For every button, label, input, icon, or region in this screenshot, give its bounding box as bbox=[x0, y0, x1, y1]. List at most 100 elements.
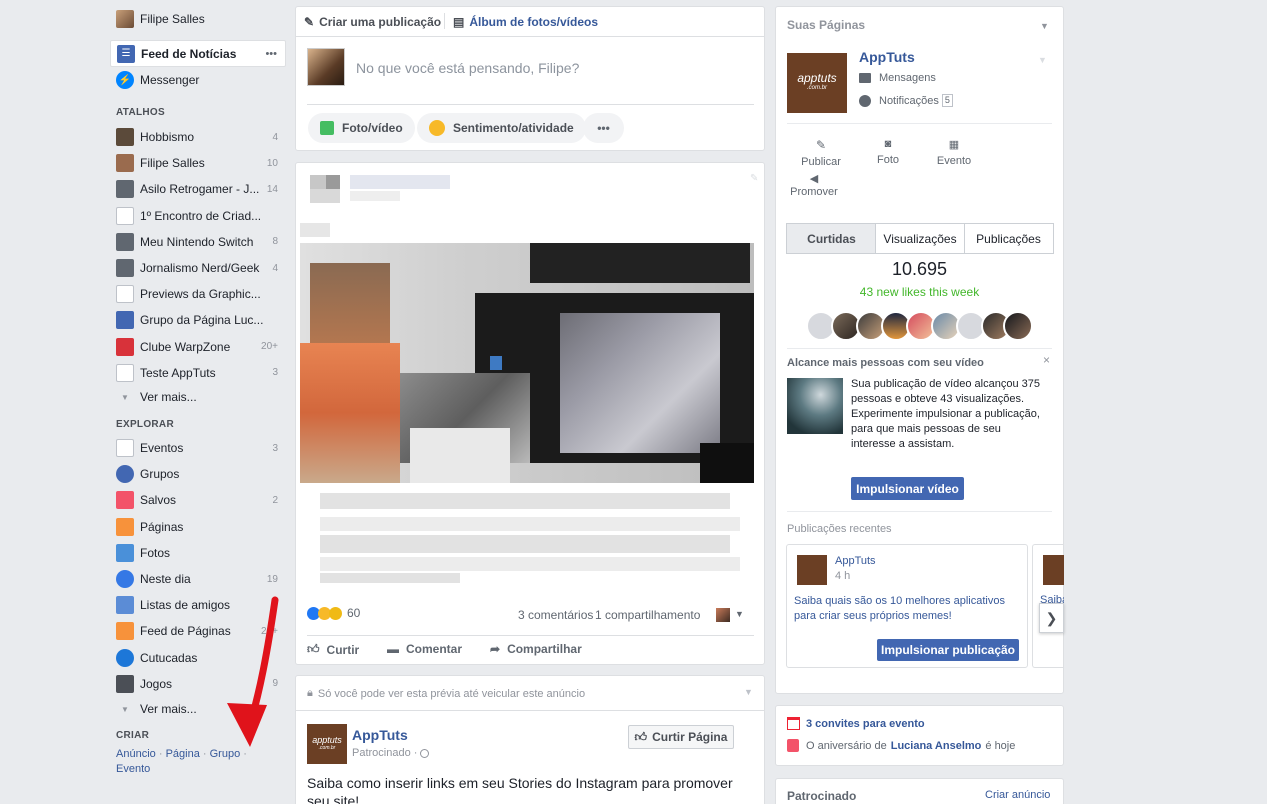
lock-icon: 🔒︎ bbox=[307, 687, 313, 699]
comments-count[interactable]: 3 comentários bbox=[518, 608, 593, 622]
shortcut-label: Teste AppTuts bbox=[140, 365, 216, 380]
megaphone-icon: ◀ bbox=[809, 173, 819, 185]
shortcuts-see-more[interactable]: ▼ Ver mais... bbox=[110, 384, 286, 410]
shortcut-count: 4 bbox=[272, 262, 278, 274]
sidebar-item-profile[interactable]: Filipe Salles bbox=[110, 6, 286, 32]
explore-item[interactable]: Fotos bbox=[110, 540, 286, 566]
birthday-name[interactable]: Luciana Anselmo bbox=[891, 740, 982, 752]
publish-action[interactable]: ✎ Publicar bbox=[801, 138, 841, 168]
share-button[interactable]: ➦ Compartilhar bbox=[490, 642, 582, 656]
explore-item[interactable]: Salvos 2 bbox=[110, 487, 286, 513]
birthday-reminder[interactable]: O aniversário de Luciana Anselmo é hoje bbox=[787, 739, 1015, 752]
recent-post-text[interactable]: Saiba quais são os 10 melhores aplicativ… bbox=[794, 594, 1019, 624]
explore-count: 2 bbox=[272, 494, 278, 506]
page-icon bbox=[116, 363, 134, 382]
photo-action[interactable]: ◙ Foto bbox=[868, 138, 908, 166]
recent-post-page[interactable]: AppTuts bbox=[835, 555, 876, 567]
explore-item[interactable]: Eventos 3 bbox=[110, 435, 286, 461]
shortcut-item[interactable]: Jornalismo Nerd/Geek 4 bbox=[110, 255, 286, 281]
share-label: Compartilhar bbox=[507, 642, 582, 656]
more-options-icon[interactable]: ••• bbox=[265, 48, 277, 60]
promote-action[interactable]: ◀ Promover bbox=[789, 172, 839, 198]
like-button[interactable]: 👍︎ Curtir bbox=[307, 642, 359, 657]
boost-post-button[interactable]: Impulsionar publicação bbox=[877, 639, 1019, 661]
divider bbox=[787, 511, 1052, 512]
see-more-link[interactable]: Ver mais... bbox=[140, 390, 286, 404]
like-page-button[interactable]: 👍︎ Curtir Página bbox=[628, 725, 734, 749]
shortcut-item[interactable]: Filipe Salles 10 bbox=[110, 150, 286, 176]
sidebar-item-messenger[interactable]: ⚡ Messenger bbox=[110, 67, 286, 93]
chevron-down-icon[interactable]: ▼ bbox=[1038, 55, 1047, 65]
chevron-down-icon[interactable]: ▼ bbox=[744, 687, 753, 697]
hobbismo-icon bbox=[116, 128, 134, 146]
video-thumbnail[interactable] bbox=[787, 378, 843, 434]
shortcut-item[interactable]: Asilo Retrogamer - J... 14 bbox=[110, 176, 286, 202]
tab-views[interactable]: Visualizações bbox=[875, 223, 965, 254]
page-logo bbox=[1043, 555, 1064, 585]
calendar-icon: ▦ bbox=[948, 139, 960, 151]
blurred-post-image[interactable] bbox=[300, 243, 754, 483]
explore-item[interactable]: Neste dia 19 bbox=[110, 566, 286, 592]
feeling-activity-button[interactable]: Sentimento/atividade bbox=[417, 113, 586, 143]
composer-more-button[interactable]: ••• bbox=[583, 113, 624, 143]
event-invites-link[interactable]: 3 convites para evento bbox=[787, 717, 925, 730]
shares-count[interactable]: 1 compartilhamento bbox=[595, 608, 700, 622]
boost-video-button[interactable]: Impulsionar vídeo bbox=[851, 477, 964, 500]
create-ad-link[interactable]: Anúncio bbox=[116, 748, 156, 760]
reactions-summary[interactable]: 60 bbox=[307, 606, 360, 620]
tab-photo-album[interactable]: ▤ Álbum de fotos/vídeos bbox=[453, 15, 598, 29]
shortcut-item[interactable]: 1º Encontro de Criad... bbox=[110, 203, 286, 229]
explore-item[interactable]: Páginas bbox=[110, 514, 286, 540]
explore-item[interactable]: Grupos bbox=[110, 461, 286, 487]
share-as-avatar[interactable] bbox=[716, 608, 730, 622]
tab-posts[interactable]: Publicações bbox=[964, 223, 1054, 254]
groups-icon bbox=[116, 465, 134, 484]
divider bbox=[296, 710, 764, 711]
shortcut-label: 1º Encontro de Criad... bbox=[140, 208, 262, 223]
logo-text: apptuts bbox=[312, 735, 342, 745]
next-arrow-button[interactable]: ❯ bbox=[1039, 603, 1064, 633]
create-ad-link[interactable]: Criar anúncio bbox=[985, 789, 1050, 801]
chevron-down-icon[interactable]: ▼ bbox=[1040, 21, 1049, 31]
shortcut-item[interactable]: Teste AppTuts 3 bbox=[110, 360, 286, 386]
create-heading: CRIAR bbox=[116, 730, 150, 741]
recent-post-card[interactable]: AppTuts 4 h Saiba quais são os 10 melhor… bbox=[786, 544, 1028, 668]
page-logo[interactable]: apptuts .com.br bbox=[307, 724, 347, 764]
composer-input[interactable]: No que você está pensando, Filipe? bbox=[356, 60, 579, 76]
close-icon[interactable]: × bbox=[1043, 353, 1050, 367]
shortcut-item[interactable]: Previews da Graphic... bbox=[110, 281, 286, 307]
shortcut-item[interactable]: Meu Nintendo Switch 8 bbox=[110, 229, 286, 255]
reactions-count: 60 bbox=[347, 606, 361, 620]
create-page-link[interactable]: Página bbox=[166, 748, 200, 760]
logo-subtext: .com.br bbox=[318, 745, 336, 751]
shortcut-label: Asilo Retrogamer - J... bbox=[140, 182, 260, 197]
chevron-down-icon[interactable]: ▼ bbox=[735, 609, 744, 619]
ad-page-name[interactable]: AppTuts bbox=[352, 727, 408, 743]
page-logo[interactable]: apptuts .com.br bbox=[787, 53, 847, 113]
shortcut-item[interactable]: Grupo da Página Luc... bbox=[110, 307, 286, 333]
comment-button[interactable]: ▬ Comentar bbox=[387, 642, 462, 656]
tab-photo-album-label: Álbum de fotos/vídeos bbox=[469, 15, 599, 29]
shortcut-item[interactable]: Clube WarpZone 20+ bbox=[110, 334, 286, 360]
create-event-link[interactable]: Evento bbox=[116, 763, 150, 775]
event-action[interactable]: ▦ Evento bbox=[929, 138, 979, 167]
sidebar-item-news-feed[interactable]: ☰ Feed de Notícias ••• bbox=[110, 40, 286, 67]
photo-video-button[interactable]: Foto/vídeo bbox=[308, 113, 415, 143]
liker-avatar[interactable] bbox=[1003, 311, 1033, 341]
divider bbox=[787, 348, 1052, 349]
profile-avatar bbox=[116, 10, 134, 28]
divider bbox=[307, 104, 754, 105]
post-options-icon[interactable]: ✎ bbox=[750, 173, 758, 184]
tab-divider bbox=[444, 13, 445, 29]
flag-icon bbox=[116, 517, 134, 536]
friends-list-icon bbox=[116, 596, 134, 615]
feeling-activity-label: Sentimento/atividade bbox=[453, 121, 574, 135]
blur-block bbox=[350, 175, 450, 189]
page-notifications-link[interactable]: Notificações 5 bbox=[859, 94, 953, 107]
page-name[interactable]: AppTuts bbox=[859, 49, 915, 65]
shortcut-item[interactable]: Hobbismo 4 bbox=[110, 124, 286, 150]
tab-create-post[interactable]: ✎ Criar uma publicação bbox=[304, 15, 441, 29]
page-messages-link[interactable]: Mensagens bbox=[859, 72, 936, 84]
tab-likes[interactable]: Curtidas bbox=[786, 223, 876, 254]
photos-icon bbox=[116, 543, 134, 562]
